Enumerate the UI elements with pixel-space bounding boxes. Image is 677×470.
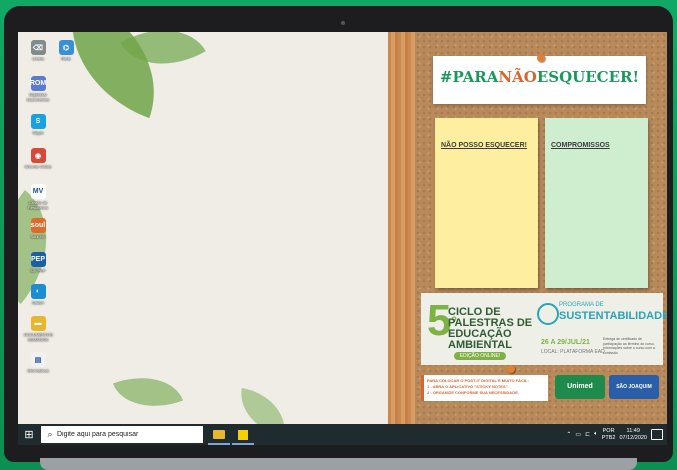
desktop-icon[interactable]: ⌫ Lixeira (24, 40, 52, 61)
sticky-note-green[interactable]: COMPROMISSOS (545, 118, 648, 288)
title-banner: #PARANÃOESQUECER! (433, 56, 646, 104)
system-tray: ⌃ ▭ ⊏ 🔈︎ POR PTB2 11:49 07/12/2020 (566, 424, 663, 445)
unimed-logo: Unimed (555, 375, 605, 399)
board-title: #PARANÃOESQUECER! (439, 68, 640, 86)
desktop-icon[interactable]: MV Gestão de Resultados (24, 184, 52, 210)
search-icon: ⌕ (47, 429, 53, 439)
note-heading: NÃO POSSO ESQUECER! (441, 142, 527, 149)
program-label: PROGRAMA DE (559, 302, 604, 308)
event-dates: 26 A 29/JUL/21 (541, 339, 590, 346)
desktop-icon[interactable]: soul Soul MV (24, 218, 52, 239)
laptop-frame: #PARANÃOESQUECER! NÃO POSSO ESQUECER! CO… (4, 6, 673, 462)
cork-board: #PARANÃOESQUECER! NÃO POSSO ESQUECER! CO… (415, 32, 667, 424)
taskbar: ⊞ ⌕ ⌃ ▭ ⊏ 🔈︎ PORPTB2 11:4907/12/2020 (18, 424, 667, 445)
event-location: LOCAL: PLATAFORMA EAD (541, 349, 605, 355)
laptop-base (40, 458, 637, 470)
desktop-icon[interactable]: ▬ DOCUMENTOS SEMANAIS (24, 316, 53, 342)
sao-joaquim-logo: SÃO JOAQUIM (609, 375, 659, 399)
desktop-icon[interactable]: ⌬ Rede (52, 40, 80, 61)
desktop-screen: #PARANÃOESQUECER! NÃO POSSO ESQUECER! CO… (18, 32, 667, 445)
desktop-icon[interactable]: ▤ Informativos (24, 352, 52, 373)
desktop-icon-label: Soul MV (30, 234, 46, 239)
instruction-line: PARA COLOCAR O POST-IT DIGITAL É MUITO F… (427, 378, 529, 383)
desktop-icon-label: Digitalizar Documentos (26, 92, 50, 102)
search-box[interactable]: ⌕ (41, 426, 203, 443)
desktop-icon-label: Gestão de Resultados (27, 200, 48, 210)
desktop-icon-label: MV PEP (30, 268, 46, 273)
monitor-tray-icon[interactable]: ⊏ (585, 431, 590, 438)
skype-icon: S (30, 114, 46, 129)
sticky-note-yellow[interactable]: NÃO POSSO ESQUECER! (435, 118, 538, 288)
file-explorer-button[interactable] (208, 426, 230, 445)
chevron-up-icon[interactable]: ⌃ (566, 431, 571, 438)
event-banner: 5º CICLO DE PALESTRAS DE EDUCAÇÃO AMBIEN… (421, 293, 667, 365)
desktop-icon-label: Sislam (31, 300, 44, 305)
pin-icon (507, 365, 515, 373)
desktop-icon[interactable]: S Skype (24, 114, 52, 135)
language-indicator[interactable]: POR PTB2 (602, 428, 616, 442)
chrome-icon: ◉ (30, 148, 46, 163)
program-name: SUSTENTABILIDADE (559, 310, 667, 322)
note-heading: COMPROMISSOS (551, 142, 610, 149)
desktop-icon-label: Informativos (27, 368, 49, 373)
edition-badge: EDIÇÃO ONLINE! (454, 352, 506, 360)
pin-icon (537, 54, 545, 62)
trash-icon: ⌫ (30, 40, 46, 55)
desktop-icon[interactable]: PEP MV PEP (24, 252, 52, 273)
document-icon: ▤ (30, 352, 46, 367)
instruction-line: 2 - ORGANIZE CONFORME SUA NECESSIDADE. (427, 390, 519, 395)
desktop-icon[interactable]: ROM Digitalizar Documentos (24, 76, 52, 102)
notification-icon[interactable] (651, 429, 663, 440)
wood-frame (388, 32, 415, 424)
desktop-icon-label: Chrome Online (24, 164, 52, 169)
windows-start-icon[interactable]: ⊞ (22, 427, 36, 441)
desktop-icon-label: Rede (61, 56, 71, 61)
pep-icon: PEP (30, 252, 46, 267)
sustainability-logo-icon (537, 303, 559, 325)
desktop-icon-label: Skype (32, 130, 44, 135)
volume-icon[interactable]: 🔈︎ (594, 431, 598, 438)
instructions-card: PARA COLOCAR O POST-IT DIGITAL É MUITO F… (421, 375, 548, 401)
desktop-icon-label: Lixeira (32, 56, 44, 61)
search-input[interactable] (57, 431, 197, 438)
sticky-notes-button[interactable] (232, 426, 254, 445)
mv-icon: MV (30, 184, 46, 199)
clock[interactable]: 11:49 07/12/2020 (619, 428, 647, 442)
desktop-icon[interactable]: ◐ Sislam (24, 284, 52, 305)
scanner-icon: ROM (30, 76, 46, 91)
wallpaper (18, 32, 388, 437)
desktop-icon[interactable]: ◉ Chrome Online (24, 148, 52, 169)
network-icon: ⌬ (58, 40, 74, 55)
sticky-notes-icon (238, 429, 248, 440)
network-tray-icon[interactable]: ▭ (575, 431, 581, 438)
sislam-icon: ◐ (30, 284, 46, 299)
event-info: Entrega de certificado de participação a… (603, 337, 655, 355)
soul-icon: soul (30, 218, 46, 233)
camera-icon (341, 21, 345, 25)
folder-icon (213, 430, 225, 439)
desktop-icon-label: DOCUMENTOS SEMANAIS (24, 332, 53, 342)
leaf-decoration (112, 362, 184, 422)
folder-icon: ▬ (30, 316, 46, 331)
